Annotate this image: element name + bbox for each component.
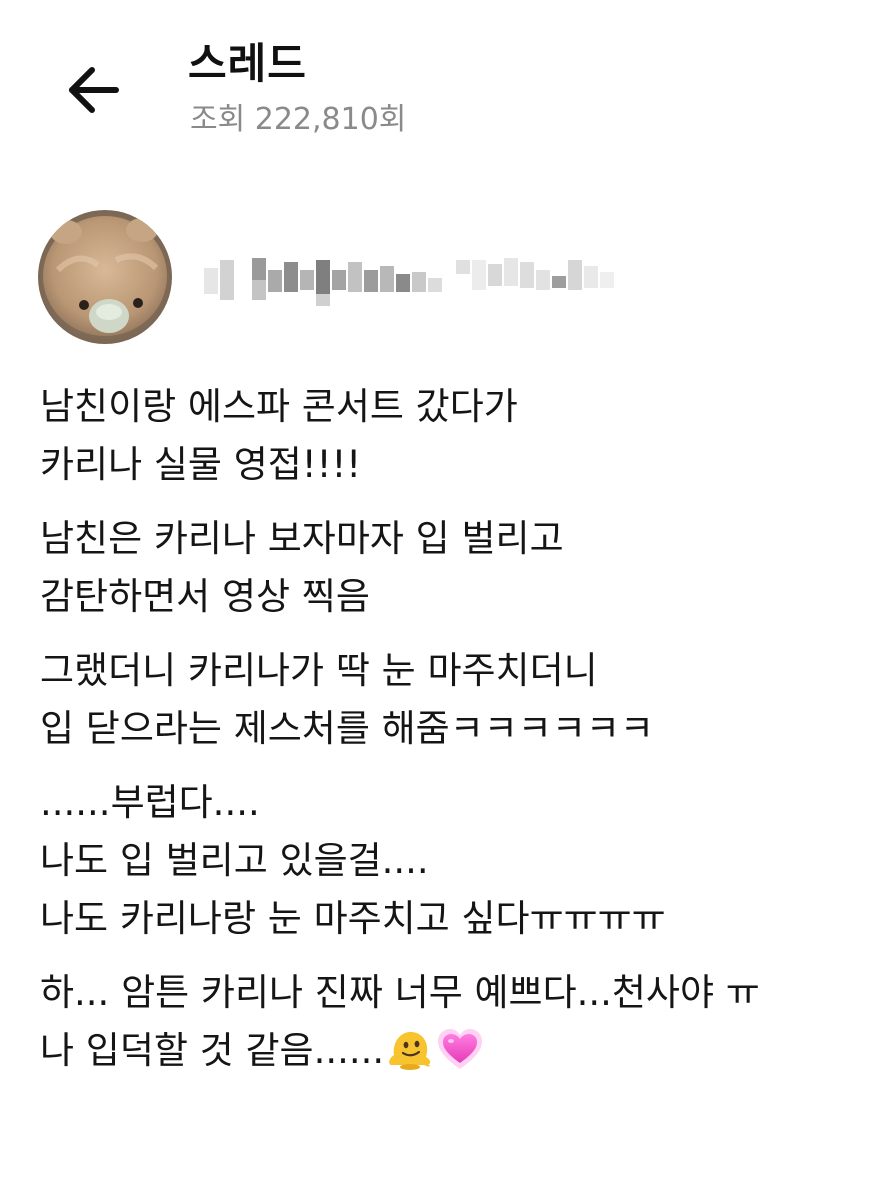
post-line: 카리나 실물 영접!!!! (40, 443, 362, 486)
post-line: 하... 암튼 카리나 진짜 너무 예쁘다...천사야 ㅠ (40, 971, 760, 1014)
username-blurred[interactable] (204, 252, 624, 308)
arrow-left-icon (69, 67, 119, 113)
post-line: 남친은 카리나 보자마자 입 벌리고 (40, 517, 564, 560)
post-line: 나도 카리나랑 눈 마주치고 싶다ㅠㅠㅠㅠ (40, 897, 666, 940)
pixelated-username-icon (204, 258, 614, 306)
post-body: 남친이랑 에스파 콘서트 갔다가 카리나 실물 영접!!!! 남친은 카리나 보… (40, 378, 860, 1106)
post-paragraph: 그랬더니 카리나가 딱 눈 마주치더니 입 닫으라는 제스처를 해줌ㅋㅋㅋㅋㅋㅋ (40, 642, 860, 758)
post-line: 남친이랑 에스파 콘서트 갔다가 (40, 385, 518, 428)
avatar[interactable] (38, 210, 172, 344)
post-line: ......부럽다.... (40, 781, 260, 824)
page-title: 스레드 (188, 39, 307, 88)
post-paragraph: 하... 암튼 카리나 진짜 너무 예쁘다...천사야 ㅠ 나 입덕할 것 같음… (40, 964, 860, 1090)
post-line-with-emoji: 나 입덕할 것 같음...... (40, 1022, 860, 1090)
post-line: 감탄하면서 영상 찍음 (40, 575, 370, 618)
post-author (38, 210, 638, 346)
app-header: 스레드 조회 222,810회 (0, 0, 873, 170)
teddy-bear-avatar (38, 210, 172, 344)
back-button[interactable] (60, 58, 128, 126)
post-paragraph: ......부럽다.... 나도 입 벌리고 있을걸.... 나도 카리나랑 눈… (40, 774, 860, 948)
post-paragraph: 남친이랑 에스파 콘서트 갔다가 카리나 실물 영접!!!! (40, 378, 860, 494)
growing-heart-emoji (436, 1025, 484, 1090)
post-paragraph: 남친은 카리나 보자마자 입 벌리고 감탄하면서 영상 찍음 (40, 510, 860, 626)
post-line: 그랬더니 카리나가 딱 눈 마주치더니 (40, 649, 598, 692)
view-count: 조회 222,810회 (190, 102, 407, 137)
melting-face-emoji (386, 1025, 434, 1090)
post-line: 입 닫으라는 제스처를 해줌ㅋㅋㅋㅋㅋㅋ (40, 707, 654, 750)
post-line-text: 나 입덕할 것 같음...... (40, 1029, 385, 1072)
post-line: 나도 입 벌리고 있을걸.... (40, 839, 429, 882)
